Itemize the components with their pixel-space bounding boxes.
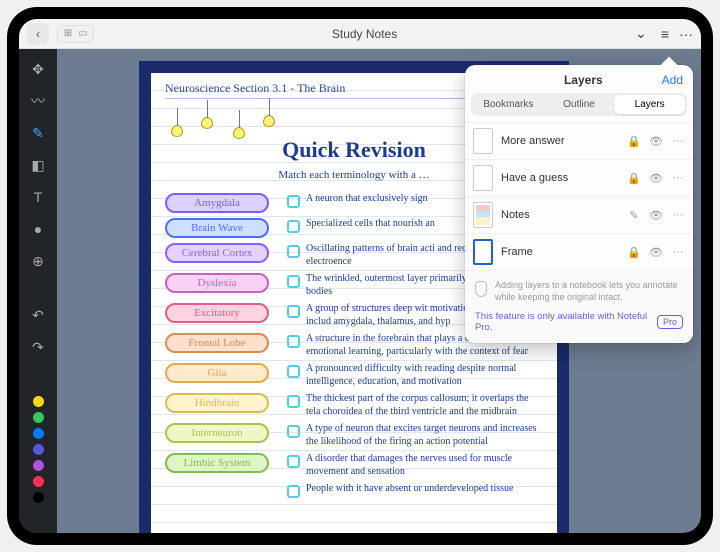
color-swatch[interactable] [33,396,44,407]
color-swatch[interactable] [33,460,44,471]
checkbox[interactable] [287,365,300,378]
brush-tool-icon[interactable]: 〰 [28,91,48,111]
visibility-icon[interactable]: 👁 [649,172,663,185]
match-row: Interneuron A type of neuron that excites… [165,423,543,448]
pro-badge[interactable]: Pro [657,315,683,329]
view-toggle[interactable]: ⊞ ▭ [57,25,94,43]
move-tool-icon[interactable]: ✥ [28,59,48,79]
term-pill[interactable]: Interneuron [165,423,269,443]
layer-row[interactable]: Have a guess 🔒 👁 ··· [465,159,693,196]
visibility-icon[interactable]: 👁 [649,209,663,222]
layer-more-icon[interactable]: ··· [671,135,685,147]
layer-more-icon[interactable]: ··· [671,172,685,184]
undo-icon[interactable]: ↶ [28,305,48,325]
checkbox[interactable] [287,220,300,233]
layer-thumbnail [473,202,493,228]
layer-more-icon[interactable]: ··· [671,246,685,258]
term-pill[interactable]: Cerebral Cortex [165,243,269,263]
term-pill[interactable]: Brain Wave [165,218,269,238]
app-screen: ‹ ⊞ ▭ Study Notes ⌄ ≡ ··· ✥ 〰 ✎ ◧ T ● ⊕ … [19,19,701,533]
layer-thumbnail [473,239,493,265]
layer-name: Have a guess [501,172,619,184]
back-button[interactable]: ‹ [27,23,49,45]
definition-text: A neuron that exclusively sign [306,193,428,206]
eraser-tool-icon[interactable]: ◧ [28,155,48,175]
layer-row[interactable]: Notes ✎ 👁 ··· [465,196,693,233]
tab-bookmarks[interactable]: Bookmarks [473,95,544,114]
text-tool-icon[interactable]: T [28,187,48,207]
definition-text: People with it have absent or underdevel… [306,483,513,496]
term-pill[interactable]: Limbic System [165,453,269,473]
definition-text: The thickest part of the corpus callosum… [306,393,543,418]
term-pill[interactable]: Excitatory [165,303,269,323]
definition-text: A type of neuron that excites target neu… [306,423,543,448]
ipad-device: ‹ ⊞ ▭ Study Notes ⌄ ≡ ··· ✥ 〰 ✎ ◧ T ● ⊕ … [7,7,713,545]
definition-text: A pronounced difficulty with reading des… [306,363,543,388]
checkbox[interactable] [287,245,300,258]
color-swatch[interactable] [33,412,44,423]
more-icon[interactable]: ··· [679,26,693,42]
layer-name: More answer [501,135,619,147]
match-row: Limbic System A disorder that damages the… [165,453,543,478]
layer-row[interactable]: More answer 🔒 👁 ··· [465,122,693,159]
mic-tool-icon[interactable]: ● [28,219,48,239]
document-title[interactable]: Study Notes [102,27,627,41]
layers-list-icon[interactable]: ≡ [661,26,669,42]
layers-panel: Layers Add Bookmarks Outline Layers More… [465,65,693,343]
color-swatch[interactable] [33,444,44,455]
lock-icon[interactable]: 🔒 [627,135,641,148]
tab-outline[interactable]: Outline [544,95,615,114]
grid-icon: ⊞ [62,28,74,40]
checkbox[interactable] [287,195,300,208]
checkbox[interactable] [287,455,300,468]
topbar: ‹ ⊞ ▭ Study Notes ⌄ ≡ ··· [19,19,701,49]
match-row: People with it have absent or underdevel… [165,483,543,503]
lock-icon[interactable]: 🔒 [627,172,641,185]
color-swatch[interactable] [33,428,44,439]
tab-layers[interactable]: Layers [614,95,685,114]
checkbox[interactable] [287,275,300,288]
layers-tabs: Bookmarks Outline Layers [471,93,687,116]
layer-thumbnail [473,128,493,154]
definition-text: Specialized cells that nourish an [306,218,435,231]
lock-icon[interactable]: 🔒 [627,246,641,259]
chevron-down-icon[interactable]: ⌄ [635,25,647,42]
pro-text: This feature is only available with Note… [475,311,657,333]
single-icon: ▭ [77,28,89,40]
definition-text: A disorder that damages the nerves used … [306,453,543,478]
layers-tip: Adding layers to a notebook lets you ann… [465,270,693,307]
layer-name: Frame [501,246,619,258]
layer-more-icon[interactable]: ··· [671,209,685,221]
term-pill[interactable]: Glia [165,363,269,383]
match-row: Hindbrain The thickest part of the corpus… [165,393,543,418]
add-tool-icon[interactable]: ⊕ [28,251,48,271]
checkbox[interactable] [287,305,300,318]
checkbox[interactable] [287,335,300,348]
layer-thumbnail [473,165,493,191]
checkbox[interactable] [287,485,300,498]
checkbox[interactable] [287,395,300,408]
color-swatch[interactable] [33,476,44,487]
term-pill[interactable]: Frontal Lobe [165,333,269,353]
term-pill[interactable]: Amygdala [165,193,269,213]
visibility-icon[interactable]: 👁 [649,246,663,259]
lock-icon[interactable]: ✎ [627,209,641,222]
layer-row[interactable]: Frame 🔒 👁 ··· [465,233,693,270]
redo-icon[interactable]: ↷ [28,337,48,357]
pen-tool-icon[interactable]: ✎ [28,123,48,143]
match-row: Glia A pronounced difficulty with reading… [165,363,543,388]
layer-name: Notes [501,209,619,221]
checkbox[interactable] [287,425,300,438]
layers-title: Layers [505,73,662,87]
term-pill[interactable]: Dyslexia [165,273,269,293]
term-pill[interactable]: Hindbrain [165,393,269,413]
add-layer-button[interactable]: Add [662,73,683,87]
visibility-icon[interactable]: 👁 [649,135,663,148]
left-toolbar: ✥ 〰 ✎ ◧ T ● ⊕ ↶ ↷ [19,49,57,533]
color-swatch[interactable] [33,492,44,503]
